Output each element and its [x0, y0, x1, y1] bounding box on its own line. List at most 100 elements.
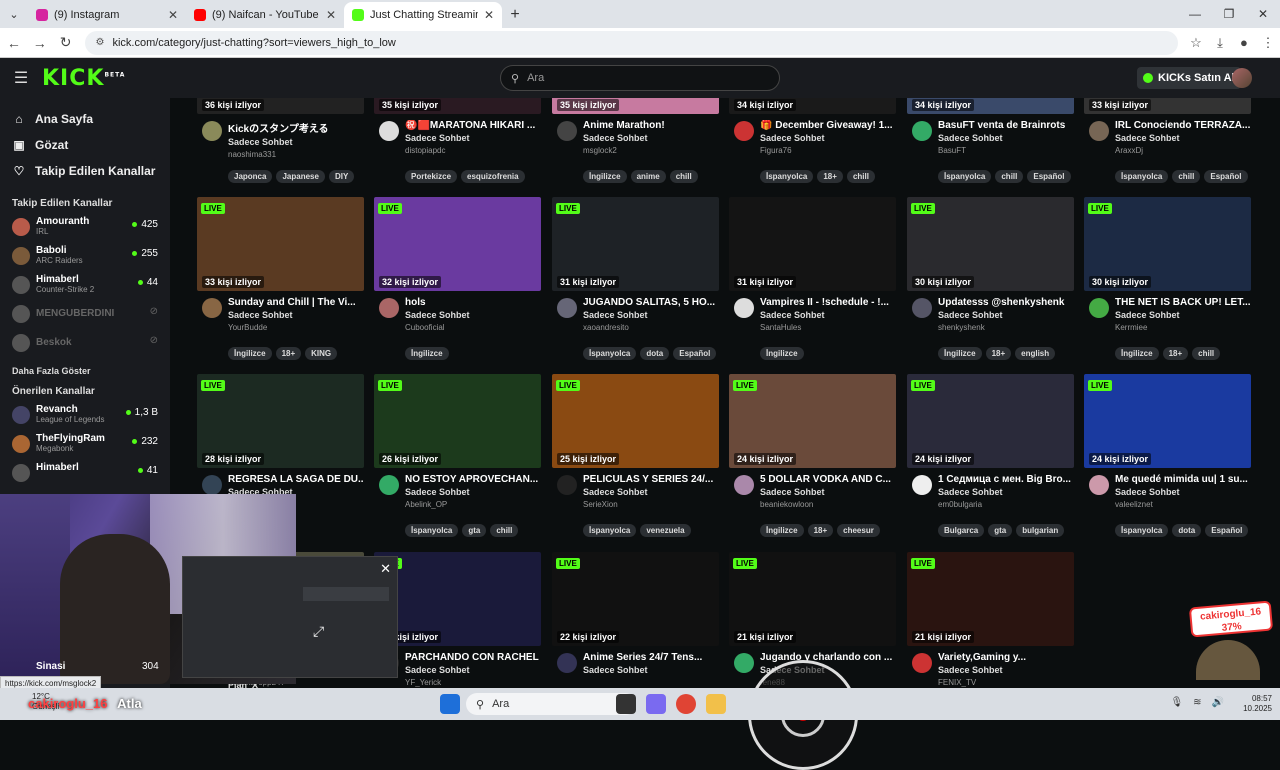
stream-tag[interactable]: İspanyolca [1115, 170, 1169, 183]
stream-category[interactable]: Sadece Sohbet [1115, 487, 1251, 497]
stream-tag[interactable]: İspanyolca [405, 524, 459, 537]
windows-start-icon[interactable] [440, 694, 460, 714]
channel-avatar[interactable] [202, 121, 222, 141]
stream-title[interactable]: 🎁 December Giveaway! 1... [760, 120, 896, 131]
stream-title[interactable]: Me quedé mimida uu| 1 su... [1115, 474, 1251, 485]
stream-tag[interactable]: İspanyolca [583, 524, 637, 537]
stream-tag[interactable]: chill [1192, 347, 1221, 360]
stream-category[interactable]: Sadece Sohbet [405, 487, 541, 497]
stream-tag[interactable]: İspanyolca [583, 347, 637, 360]
stream-title[interactable]: Jugando y charlando con ... [760, 652, 896, 663]
stream-category[interactable]: Sadece Sohbet [583, 133, 719, 143]
stream-tag[interactable]: Español [1027, 170, 1071, 183]
stream-tag[interactable]: İspanyolca [1115, 524, 1169, 537]
stream-thumbnail[interactable]: 34 kişi izliyor [907, 98, 1074, 114]
channel-avatar[interactable] [379, 298, 399, 318]
channel-username[interactable]: Abelink_OP [405, 500, 541, 509]
stream-tag[interactable]: KING [305, 347, 338, 360]
task-view-icon[interactable] [616, 694, 636, 714]
stream-card[interactable]: LIVE 30 kişi izliyor THE NET IS BACK UP! L… [1084, 197, 1251, 360]
stream-tag[interactable]: Japanese [276, 170, 325, 183]
stream-tag[interactable]: Portekizce [405, 170, 458, 183]
stream-title[interactable]: Kickのスタンプ考える [228, 120, 364, 135]
menu-dots-icon[interactable]: ⋮ [1256, 35, 1280, 51]
channel-avatar[interactable] [912, 298, 932, 318]
stream-category[interactable]: Sadece Sohbet [938, 487, 1074, 497]
stream-tag[interactable]: İngilizce [405, 347, 449, 360]
stream-title[interactable]: Sunday and Chill | The Vi... [228, 297, 364, 308]
sidebar-item-label[interactable]: Sinasi [36, 661, 65, 672]
channel-avatar[interactable] [557, 121, 577, 141]
stream-card[interactable]: LIVE 24 kişi izliyor 1 Седмица с мен. Big … [907, 374, 1074, 537]
stream-card[interactable]: LIVE 25 kişi izliyor PELICULAS Y SERIES 24… [552, 374, 719, 537]
stream-category[interactable]: Sadece Sohbet [228, 310, 364, 320]
stream-thumbnail[interactable]: 34 kişi izliyor [729, 98, 896, 114]
stream-tag[interactable]: İngilizce [228, 347, 272, 360]
channel-avatar[interactable] [202, 298, 222, 318]
new-tab-button[interactable]: + [502, 2, 528, 28]
stream-card[interactable]: LIVE 21 kişi izliyor Variety,Gaming y... Sa… [907, 552, 1074, 688]
restore-icon[interactable]: ❐ [1212, 0, 1246, 28]
channel-avatar[interactable] [912, 653, 932, 673]
channel-username[interactable]: BasuFT [938, 146, 1074, 155]
stream-thumbnail[interactable]: LIVE 24 kişi izliyor [729, 374, 896, 468]
stream-thumbnail[interactable]: LIVE 31 kişi izliyor [552, 197, 719, 291]
stream-card[interactable]: 35 kişi izliyor Anime Marathon! Sadece Soh… [552, 98, 719, 183]
close-icon[interactable]: ✕ [380, 561, 391, 577]
tab-search-icon[interactable]: ⌄ [0, 0, 28, 28]
sidebar-channel[interactable]: Baboli ARC Raiders 255 [0, 242, 170, 271]
stream-card[interactable]: LIVE 32 kişi izliyor hols Sadece Sohbet Cubo… [374, 197, 541, 360]
stream-tag[interactable]: venezuela [640, 524, 691, 537]
mic-icon[interactable]: 🎙 [1170, 697, 1183, 708]
stream-card[interactable]: LIVE 22 kişi izliyor Anime Series 24/7 Ten… [552, 552, 719, 688]
stream-thumbnail[interactable]: LIVE 30 kişi izliyor [907, 197, 1074, 291]
stream-category[interactable]: Sadece Sohbet [938, 310, 1074, 320]
profile-icon[interactable]: ● [1232, 35, 1256, 51]
channel-avatar[interactable] [734, 653, 754, 673]
browser-tab[interactable]: (9) Naifcan - YouTube ✕ [186, 2, 344, 28]
stream-tag[interactable]: bulgarian [1016, 524, 1065, 537]
stream-thumbnail[interactable]: LIVE 24 kişi izliyor [1084, 374, 1251, 468]
taskbar-search[interactable]: ⚲ Ara [466, 693, 636, 715]
channel-username[interactable]: xaoandresito [583, 323, 719, 332]
stream-tag[interactable]: chill [995, 170, 1024, 183]
site-info-icon[interactable]: ⚙ [95, 37, 104, 48]
channel-username[interactable]: beaniekowloon [760, 500, 896, 509]
stream-category[interactable]: Sadece Sohbet [228, 137, 364, 147]
stream-card[interactable]: 34 kişi izliyor BasuFT venta de Brainrots… [907, 98, 1074, 183]
stream-thumbnail[interactable]: LIVE 22 kişi izliyor [552, 552, 719, 646]
stream-category[interactable]: Sadece Sohbet [1115, 133, 1251, 143]
stream-title[interactable]: Variety,Gaming y... [938, 652, 1074, 663]
stream-tag[interactable]: 18+ [985, 347, 1012, 360]
stream-tag[interactable]: gta [462, 524, 487, 537]
wifi-icon[interactable]: ≋ [1193, 697, 1201, 708]
url-field[interactable]: ⚙ kick.com/category/just-chatting?sort=v… [85, 30, 1178, 55]
stream-title[interactable]: Anime Marathon! [583, 120, 719, 131]
stream-title[interactable]: THE NET IS BACK UP! LET... [1115, 297, 1251, 308]
sidebar-channel[interactable]: Beskok ⊘ [0, 329, 170, 358]
channel-username[interactable]: FENIX_TV [938, 678, 1074, 687]
bookmark-star-icon[interactable]: ☆ [1184, 35, 1208, 51]
stream-tag[interactable]: chill [846, 170, 875, 183]
channel-username[interactable]: shenkyshenk [938, 323, 1074, 332]
stream-tag[interactable]: İngilizce [760, 347, 804, 360]
stream-category[interactable]: Sadece Sohbet [583, 665, 719, 675]
kick-logo[interactable]: KICKBETA [42, 66, 125, 91]
stream-tag[interactable]: 18+ [817, 170, 843, 183]
volume-icon[interactable]: 🔊 [1212, 697, 1224, 708]
stream-card[interactable]: LIVE 24 kişi izliyor 5 DOLLAR VODKA AND C.… [729, 374, 896, 537]
channel-username[interactable]: AraxxDj [1115, 146, 1251, 155]
stream-card[interactable]: LIVE22 kişi izliyor PARCHANDO CON RACHEL S… [374, 552, 541, 688]
stream-thumbnail[interactable]: LIVE 30 kişi izliyor [1084, 197, 1251, 291]
channel-avatar[interactable] [1089, 121, 1109, 141]
channel-avatar[interactable] [379, 121, 399, 141]
sidebar-channel[interactable]: MENGUBERDINI ⊘ [0, 300, 170, 329]
stream-thumbnail[interactable]: 36 kişi izliyor [197, 98, 364, 114]
channel-username[interactable]: msglock2 [583, 146, 719, 155]
stream-tag[interactable]: chill [490, 524, 519, 537]
stream-category[interactable]: Sadece Sohbet [760, 487, 896, 497]
chrome-icon[interactable] [676, 694, 696, 714]
stream-thumbnail[interactable]: LIVE 24 kişi izliyor [907, 374, 1074, 468]
stream-thumbnail[interactable]: 33 kişi izliyor [1084, 98, 1251, 114]
stream-category[interactable]: Sadece Sohbet [405, 310, 541, 320]
